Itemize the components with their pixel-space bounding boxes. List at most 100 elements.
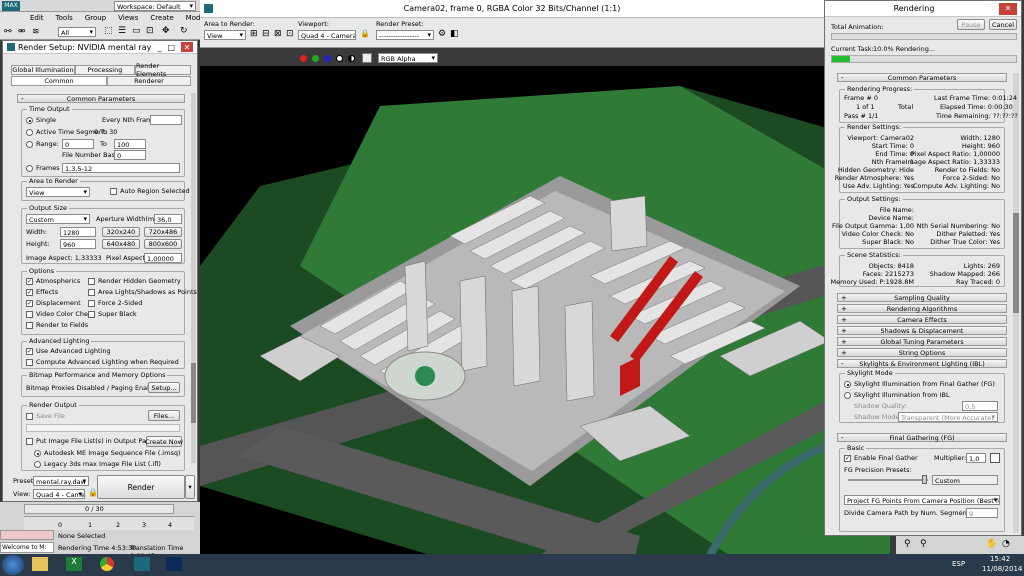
unlink-icon[interactable]: ⚮ — [18, 27, 26, 37]
tab-common[interactable]: Common — [11, 76, 107, 86]
tab-renderer[interactable]: Renderer — [107, 76, 191, 86]
time-slider[interactable]: 0 / 30 — [24, 504, 174, 514]
rect-select-icon[interactable]: ▭ — [132, 26, 141, 36]
menu-tools[interactable]: Tools — [56, 14, 73, 22]
blue-channel-icon[interactable] — [324, 55, 331, 62]
pixel-aspect-input[interactable]: 1,00000 — [144, 253, 182, 263]
taskbar-time[interactable]: 15:42 — [990, 555, 1010, 563]
output-preset-select[interactable]: Custom — [26, 214, 90, 224]
skylight-ibl-radio[interactable] — [844, 392, 851, 399]
range-to-input[interactable]: 100 — [114, 139, 146, 149]
app-logo[interactable]: MAX — [2, 1, 20, 11]
edit-region-icon[interactable]: ⊞ — [250, 29, 258, 39]
camera-effects-rollout[interactable]: + Camera Effects — [837, 315, 1007, 324]
close-icon[interactable]: ✕ — [181, 42, 193, 52]
atmospherics-checkbox[interactable]: ✓ — [26, 278, 33, 285]
tab-processing[interactable]: Processing — [75, 65, 135, 75]
clear-icon[interactable] — [362, 53, 372, 63]
render-dropdown-button[interactable]: ▾ — [185, 475, 195, 499]
taskbar-date[interactable]: 11/08/2014 — [982, 565, 1022, 573]
maxscript-welcome[interactable]: Welcome to M: — [0, 542, 54, 553]
region-lock-icon[interactable]: ⊠ — [274, 29, 282, 39]
preset-640x480-button[interactable]: 640x480 — [102, 239, 140, 249]
every-nth-input[interactable] — [150, 115, 182, 125]
active-segment-radio[interactable] — [26, 129, 33, 136]
photoshop-icon[interactable] — [166, 557, 182, 571]
preset-720x486-button[interactable]: 720x486 — [144, 227, 182, 237]
select-icon[interactable]: ⬚ — [104, 26, 113, 36]
fg-project-select[interactable]: Project FG Points From Camera Position (… — [844, 495, 1000, 505]
shadow-mode-select[interactable]: Transparent (More Accurate) — [898, 412, 998, 422]
workspace-select[interactable]: Workspace: Default — [114, 1, 196, 11]
menu-edit[interactable]: Edit — [30, 14, 44, 22]
setup-icon[interactable]: ⚙ — [438, 29, 446, 39]
fg-color-swatch[interactable] — [990, 453, 1000, 463]
link-icon[interactable]: ⚯ — [4, 27, 12, 37]
minimize-icon[interactable]: _ — [157, 43, 161, 52]
rendering-close-icon[interactable]: ✕ — [999, 2, 1017, 15]
autodesk-radio[interactable] — [34, 450, 41, 457]
zoom-all-icon[interactable]: ⚲ — [920, 539, 927, 549]
area-lights-checkbox[interactable] — [88, 289, 95, 296]
rotate-icon[interactable]: ↻ — [180, 26, 188, 36]
skylight-fg-radio[interactable] — [844, 381, 851, 388]
view-select[interactable]: Quad 4 - Camer — [33, 489, 85, 499]
render-setup-scrollbar[interactable] — [191, 93, 196, 463]
green-channel-icon[interactable] — [312, 55, 319, 62]
shadows-displacement-rollout[interactable]: + Shadows & Displacement — [837, 326, 1007, 335]
start-button[interactable] — [2, 555, 24, 575]
file-number-base-input[interactable]: 0 — [114, 150, 146, 160]
shadow-quality-input[interactable]: 0,5 — [962, 401, 998, 411]
window-icon[interactable]: ⊡ — [146, 26, 154, 36]
zoom-icon[interactable]: ⚲ — [904, 539, 911, 549]
range-radio[interactable] — [26, 141, 33, 148]
fg-divide-input[interactable]: 9 — [966, 508, 998, 518]
single-radio[interactable] — [26, 117, 33, 124]
video-color-check-checkbox[interactable] — [26, 311, 33, 318]
files-button[interactable]: Files... — [148, 410, 180, 421]
render-to-fields-checkbox[interactable] — [26, 322, 33, 329]
enable-fg-checkbox[interactable]: ✓ — [844, 455, 851, 462]
preset-320x240-button[interactable]: 320x240 — [102, 227, 140, 237]
render-region-icon[interactable]: ⊡ — [286, 29, 294, 39]
rendering-scrollbar[interactable] — [1013, 73, 1019, 533]
red-channel-icon[interactable] — [300, 55, 307, 62]
auto-region-checkbox[interactable] — [110, 188, 117, 195]
render-hidden-checkbox[interactable] — [88, 278, 95, 285]
global-tuning-rollout[interactable]: + Global Tuning Parameters — [837, 337, 1007, 346]
selection-filter[interactable]: All — [58, 27, 96, 37]
render-button[interactable]: Render — [97, 475, 185, 499]
range-from-input[interactable]: 0 — [62, 139, 94, 149]
maxscript-listener[interactable] — [0, 530, 54, 540]
explorer-icon[interactable] — [32, 557, 48, 571]
super-black-checkbox[interactable] — [88, 311, 95, 318]
string-options-rollout[interactable]: + String Options — [837, 348, 1007, 357]
common-params-rollout[interactable]: - Common Parameters — [17, 94, 185, 103]
menu-create[interactable]: Create — [150, 14, 173, 22]
height-input[interactable]: 960 — [60, 239, 96, 249]
put-image-checkbox[interactable] — [26, 438, 33, 445]
render-viewport[interactable] — [200, 66, 890, 576]
create-now-button[interactable]: Create Now — [145, 436, 183, 447]
fw-preset-select[interactable]: ----------------- — [376, 30, 434, 40]
alpha-channel-icon[interactable] — [336, 55, 343, 62]
fg-multiplier-input[interactable]: 1,0 — [966, 453, 986, 463]
save-file-checkbox[interactable] — [26, 413, 33, 420]
channel-select[interactable]: RGB Alpha — [378, 53, 438, 63]
final-gathering-rollout[interactable]: - Final Gathering (FG) — [837, 433, 1007, 442]
frames-input[interactable]: 1,3,5-12 — [62, 163, 180, 173]
taskbar-lang[interactable]: ESP — [952, 560, 965, 568]
tab-global-illumination[interactable]: Global Illumination — [11, 65, 75, 75]
effects-checkbox[interactable]: ✓ — [26, 289, 33, 296]
force-2sided-checkbox[interactable] — [88, 300, 95, 307]
excel-icon[interactable]: X — [66, 557, 82, 571]
fw-area-select[interactable]: View — [204, 30, 246, 40]
use-advanced-lighting-checkbox[interactable]: ✓ — [26, 348, 33, 355]
bind-icon[interactable]: ≋ — [32, 27, 40, 37]
pause-button[interactable]: Pause — [957, 19, 985, 30]
frame-window-titlebar[interactable]: Camera02, frame 0, RGBA Color 32 Bits/Ch… — [200, 0, 824, 18]
3dsmax-icon[interactable] — [134, 557, 150, 571]
rendering-algorithms-rollout[interactable]: + Rendering Algorithms — [837, 304, 1007, 313]
preset-select[interactable]: mental.ray.daw — [33, 476, 89, 486]
render-setup-titlebar[interactable]: Render Setup: NVIDIA mental ray _ □ ✕ — [3, 41, 197, 54]
